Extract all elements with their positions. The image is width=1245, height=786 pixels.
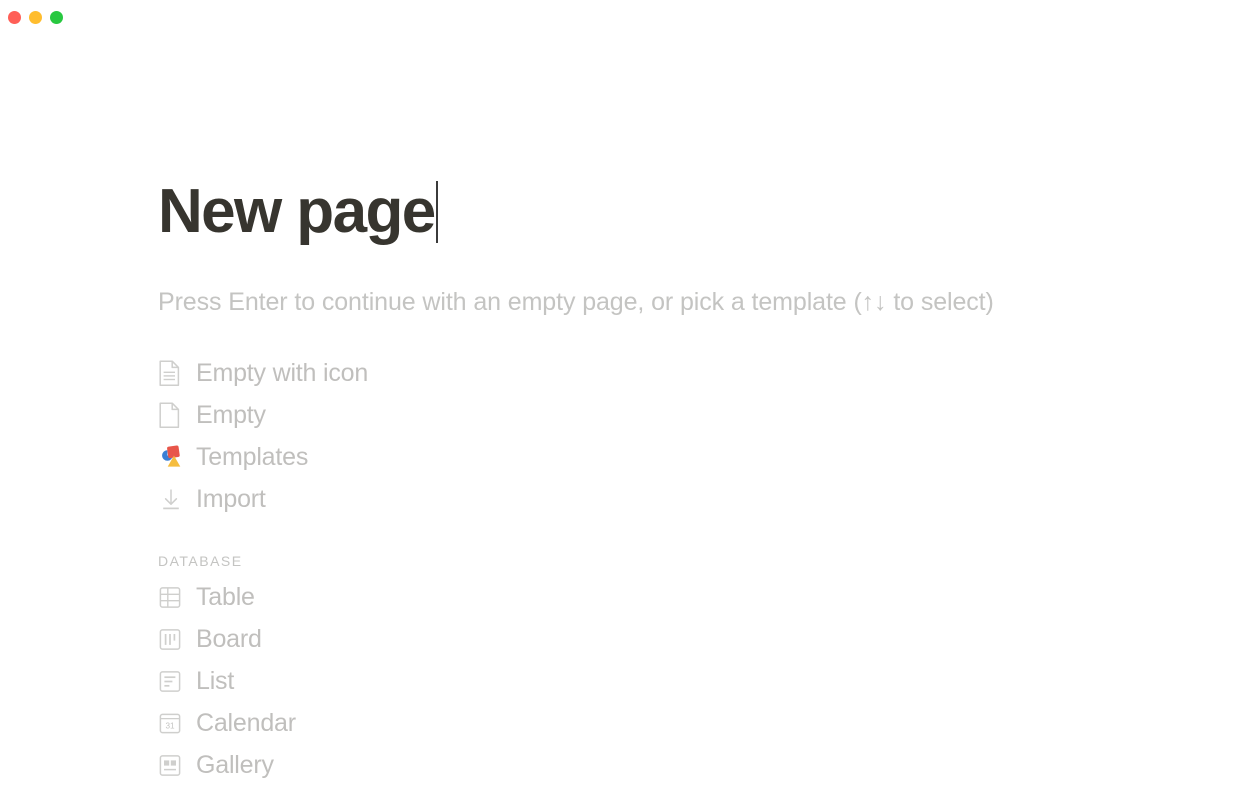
text-caret — [435, 181, 438, 243]
option-label: Board — [196, 625, 262, 653]
maximize-window-button[interactable] — [50, 10, 63, 24]
new-page-screen: New page Press Enter to continue with an… — [0, 34, 1245, 779]
traffic-light-group — [8, 10, 63, 24]
page-title[interactable]: New page — [158, 176, 438, 248]
document-blank-icon — [158, 401, 196, 429]
option-import[interactable]: Import — [158, 478, 718, 520]
minimize-window-button[interactable] — [29, 10, 42, 24]
option-label: Empty — [196, 401, 266, 429]
close-window-button[interactable] — [8, 10, 21, 24]
download-arrow-icon — [158, 486, 196, 512]
templates-shapes-icon — [158, 444, 196, 470]
table-grid-icon — [158, 585, 196, 610]
list-lines-icon — [158, 669, 196, 694]
document-lines-icon — [158, 359, 196, 387]
option-table[interactable]: Table — [158, 576, 718, 618]
board-columns-icon — [158, 627, 196, 652]
option-empty-with-icon[interactable]: Empty with icon — [158, 352, 718, 394]
option-templates[interactable]: Templates — [158, 436, 718, 478]
option-label: Calendar — [196, 709, 296, 737]
page-title-text: New page — [158, 177, 436, 246]
option-gallery[interactable]: Gallery — [158, 744, 718, 786]
template-option-list: Empty with icon Empty Templates Import D… — [158, 352, 758, 786]
option-list[interactable]: List — [158, 660, 718, 702]
option-label: Table — [196, 583, 255, 611]
option-label: Templates — [196, 443, 309, 471]
option-calendar[interactable]: 31 Calendar — [158, 702, 718, 744]
window-titlebar — [0, 0, 1245, 34]
option-label: Gallery — [196, 751, 274, 779]
page-hint-text: Press Enter to continue with an empty pa… — [158, 288, 994, 316]
option-label: Empty with icon — [196, 359, 369, 387]
svg-text:31: 31 — [165, 721, 175, 730]
option-empty[interactable]: Empty — [158, 394, 718, 436]
database-section-header: DATABASE — [158, 553, 243, 569]
calendar-31-icon: 31 — [158, 711, 196, 736]
option-label: Import — [196, 485, 266, 513]
gallery-grid-icon — [158, 753, 196, 778]
option-board[interactable]: Board — [158, 618, 718, 660]
option-label: List — [196, 667, 235, 695]
